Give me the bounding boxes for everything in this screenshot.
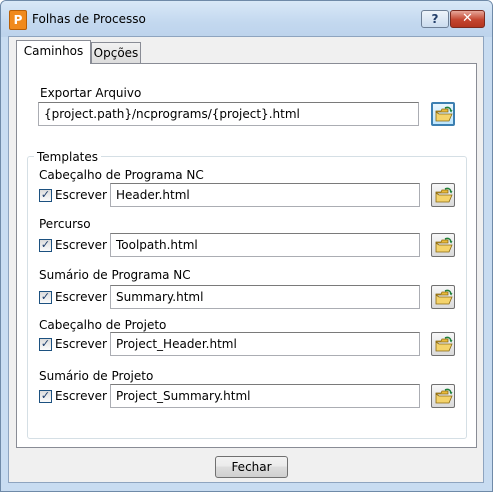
close-window-button[interactable]: ✕: [450, 10, 485, 28]
template-field-toolpath[interactable]: Toolpath.html: [110, 233, 420, 257]
browse-button-project-header[interactable]: [431, 332, 455, 356]
template-label-nc-summary: Sumário de Programa NC: [39, 268, 191, 282]
template-label-toolpath: Percurso: [39, 217, 91, 231]
write-checkbox-project-header[interactable]: ✓: [39, 337, 52, 351]
write-checkbox-toolpath[interactable]: ✓: [39, 238, 52, 252]
write-checkbox-label[interactable]: Escrever: [55, 188, 111, 202]
tab-opcoes[interactable]: Opções: [91, 42, 141, 64]
open-folder-icon: [435, 336, 453, 352]
check-icon: ✓: [40, 188, 51, 201]
template-label-project-header: Cabeçalho de Projeto: [39, 318, 167, 332]
tab-caminhos[interactable]: Caminhos: [16, 40, 91, 64]
templates-group-title: Templates: [34, 150, 102, 164]
export-path-field[interactable]: {project.path}/ncprograms/{project}.html: [38, 102, 419, 126]
template-field-project-summary[interactable]: Project_Summary.html: [110, 384, 420, 408]
write-checkbox-label[interactable]: Escrever: [55, 290, 111, 304]
open-folder-icon: [435, 237, 453, 253]
write-checkbox-nc-header[interactable]: ✓: [39, 188, 52, 202]
check-icon: ✓: [40, 337, 51, 350]
template-field-nc-summary[interactable]: Summary.html: [110, 285, 420, 309]
template-field-project-header[interactable]: Project_Header.html: [110, 332, 420, 356]
write-checkbox-label[interactable]: Escrever: [55, 337, 111, 351]
open-folder-icon: [435, 106, 453, 122]
check-icon: ✓: [40, 238, 51, 251]
browse-button-project-summary[interactable]: [431, 384, 455, 408]
window-title: Folhas de Processo: [32, 12, 146, 26]
close-button[interactable]: Fechar: [215, 456, 288, 478]
template-label-project-summary: Sumário de Projeto: [39, 369, 154, 383]
template-field-nc-header[interactable]: Header.html: [110, 183, 420, 207]
browse-button-nc-summary[interactable]: [431, 285, 455, 309]
template-label-nc-header: Cabeçalho de Programa NC: [39, 168, 204, 182]
browse-button-nc-header[interactable]: [431, 183, 455, 207]
title-bar[interactable]: P Folhas de Processo ? ✕: [1, 1, 492, 37]
help-button[interactable]: ?: [421, 10, 449, 28]
check-icon: ✓: [40, 290, 51, 303]
write-checkbox-project-summary[interactable]: ✓: [39, 389, 52, 403]
write-checkbox-nc-summary[interactable]: ✓: [39, 290, 52, 304]
browse-button-toolpath[interactable]: [431, 233, 455, 257]
open-folder-icon: [435, 289, 453, 305]
write-checkbox-label[interactable]: Escrever: [55, 389, 111, 403]
export-browse-button[interactable]: [431, 102, 455, 126]
app-icon: P: [9, 10, 27, 30]
export-label: Exportar Arquivo: [40, 86, 142, 100]
check-icon: ✓: [40, 389, 51, 402]
open-folder-icon: [435, 187, 453, 203]
write-checkbox-label[interactable]: Escrever: [55, 238, 111, 252]
open-folder-icon: [435, 388, 453, 404]
